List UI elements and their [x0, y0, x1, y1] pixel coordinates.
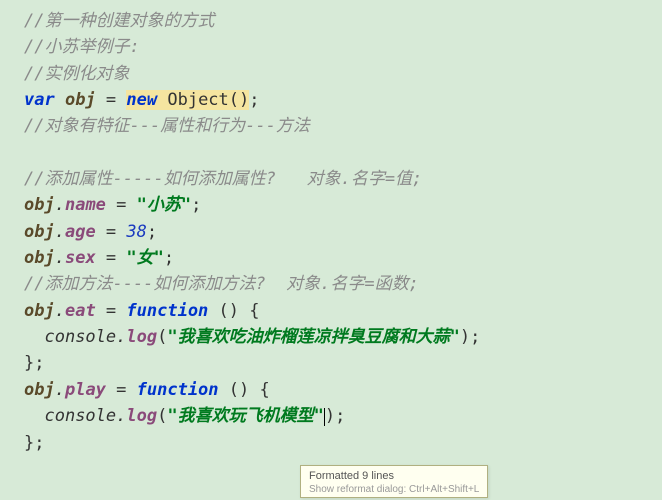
prop-sex: sex [65, 248, 96, 268]
operator: = [106, 195, 137, 215]
indent [24, 327, 44, 347]
string-literal: "我喜欢吃油炸榴莲凉拌臭豆腐和大蒜" [167, 327, 459, 347]
identifier-obj: obj [24, 380, 55, 400]
code-line: obj.age = 38; [24, 219, 662, 245]
code-line: //小苏举例子: [24, 34, 662, 60]
dot: . [116, 327, 126, 347]
semicolon: ; [164, 248, 174, 268]
prop-eat: eat [65, 301, 96, 321]
dot: . [55, 380, 65, 400]
reformat-tooltip: Formatted 9 lines Show reformat dialog: … [300, 465, 488, 498]
operator: = [96, 222, 127, 242]
semicolon: ; [147, 222, 157, 242]
code-line: obj.play = function () { [24, 377, 662, 403]
paren-close: ) [325, 406, 335, 426]
code-line: var obj = new Object(); [24, 87, 662, 113]
code-line: //实例化对象 [24, 61, 662, 87]
semicolon: ; [335, 406, 345, 426]
semicolon: ; [470, 327, 480, 347]
keyword-var: var [24, 90, 55, 110]
dot: . [55, 222, 65, 242]
func-head: () { [208, 301, 259, 321]
keyword-function: function [126, 301, 208, 321]
tooltip-line1: Formatted 9 lines [309, 469, 479, 483]
prop-play: play [65, 380, 106, 400]
comment: //对象有特征---属性和行为---方法 [24, 116, 310, 136]
code-line: console.log("我喜欢吃油炸榴莲凉拌臭豆腐和大蒜"); [24, 324, 662, 350]
string-literal: "我喜欢玩飞机模型" [167, 406, 323, 426]
code-line-empty [24, 140, 662, 166]
code-line: obj.eat = function () { [24, 298, 662, 324]
dot: . [116, 406, 126, 426]
dot: . [55, 195, 65, 215]
close-brace: }; [24, 433, 44, 453]
prop-log: log [126, 406, 157, 426]
comment: //第一种创建对象的方式 [24, 11, 214, 31]
code-line: //添加方法----如何添加方法? 对象.名字=函数; [24, 271, 662, 297]
operator: = [96, 248, 127, 268]
code-line: obj.sex = "女"; [24, 245, 662, 271]
identifier-obj: obj [24, 248, 55, 268]
identifier-obj: obj [24, 222, 55, 242]
identifier-obj: obj [65, 90, 96, 110]
prop-log: log [126, 327, 157, 347]
comment: //添加方法----如何添加方法? 对象.名字=函数; [24, 274, 419, 294]
code-line: //第一种创建对象的方式 [24, 8, 662, 34]
close-brace: }; [24, 353, 44, 373]
semicolon: ; [191, 195, 201, 215]
keyword-function: function [137, 380, 219, 400]
number-literal: 38 [126, 222, 146, 242]
paren-open: ( [157, 327, 167, 347]
identifier-obj: obj [24, 195, 55, 215]
operator: = [96, 301, 127, 321]
code-line: }; [24, 430, 662, 456]
indent [24, 406, 44, 426]
code-line: obj.name = "小苏"; [24, 192, 662, 218]
paren-close: ) [460, 327, 470, 347]
comment: //实例化对象 [24, 64, 129, 84]
prop-age: age [65, 222, 96, 242]
dot: . [55, 248, 65, 268]
code-line: console.log("我喜欢玩飞机模型"); [24, 403, 662, 429]
prop-name: name [65, 195, 106, 215]
string-literal: "小苏" [137, 195, 191, 215]
tooltip-line2: Show reformat dialog: Ctrl+Alt+Shift+L [309, 483, 479, 496]
paren-open: ( [157, 406, 167, 426]
func-head: () { [219, 380, 270, 400]
dot: . [55, 301, 65, 321]
class-object: Object() [157, 90, 249, 110]
code-line: //添加属性-----如何添加属性? 对象.名字=值; [24, 166, 662, 192]
identifier-console: console [44, 327, 116, 347]
semicolon: ; [249, 90, 259, 110]
keyword-new: new [126, 90, 157, 110]
highlight-newobject: new Object() [126, 90, 249, 110]
code-line: //对象有特征---属性和行为---方法 [24, 113, 662, 139]
identifier-console: console [44, 406, 116, 426]
operator: = [106, 380, 137, 400]
comment: //添加属性-----如何添加属性? 对象.名字=值; [24, 169, 422, 189]
comment: //小苏举例子: [24, 37, 140, 57]
string-literal: "女" [126, 248, 163, 268]
identifier-obj: obj [24, 301, 55, 321]
operator: = [96, 90, 127, 110]
code-line: }; [24, 350, 662, 376]
